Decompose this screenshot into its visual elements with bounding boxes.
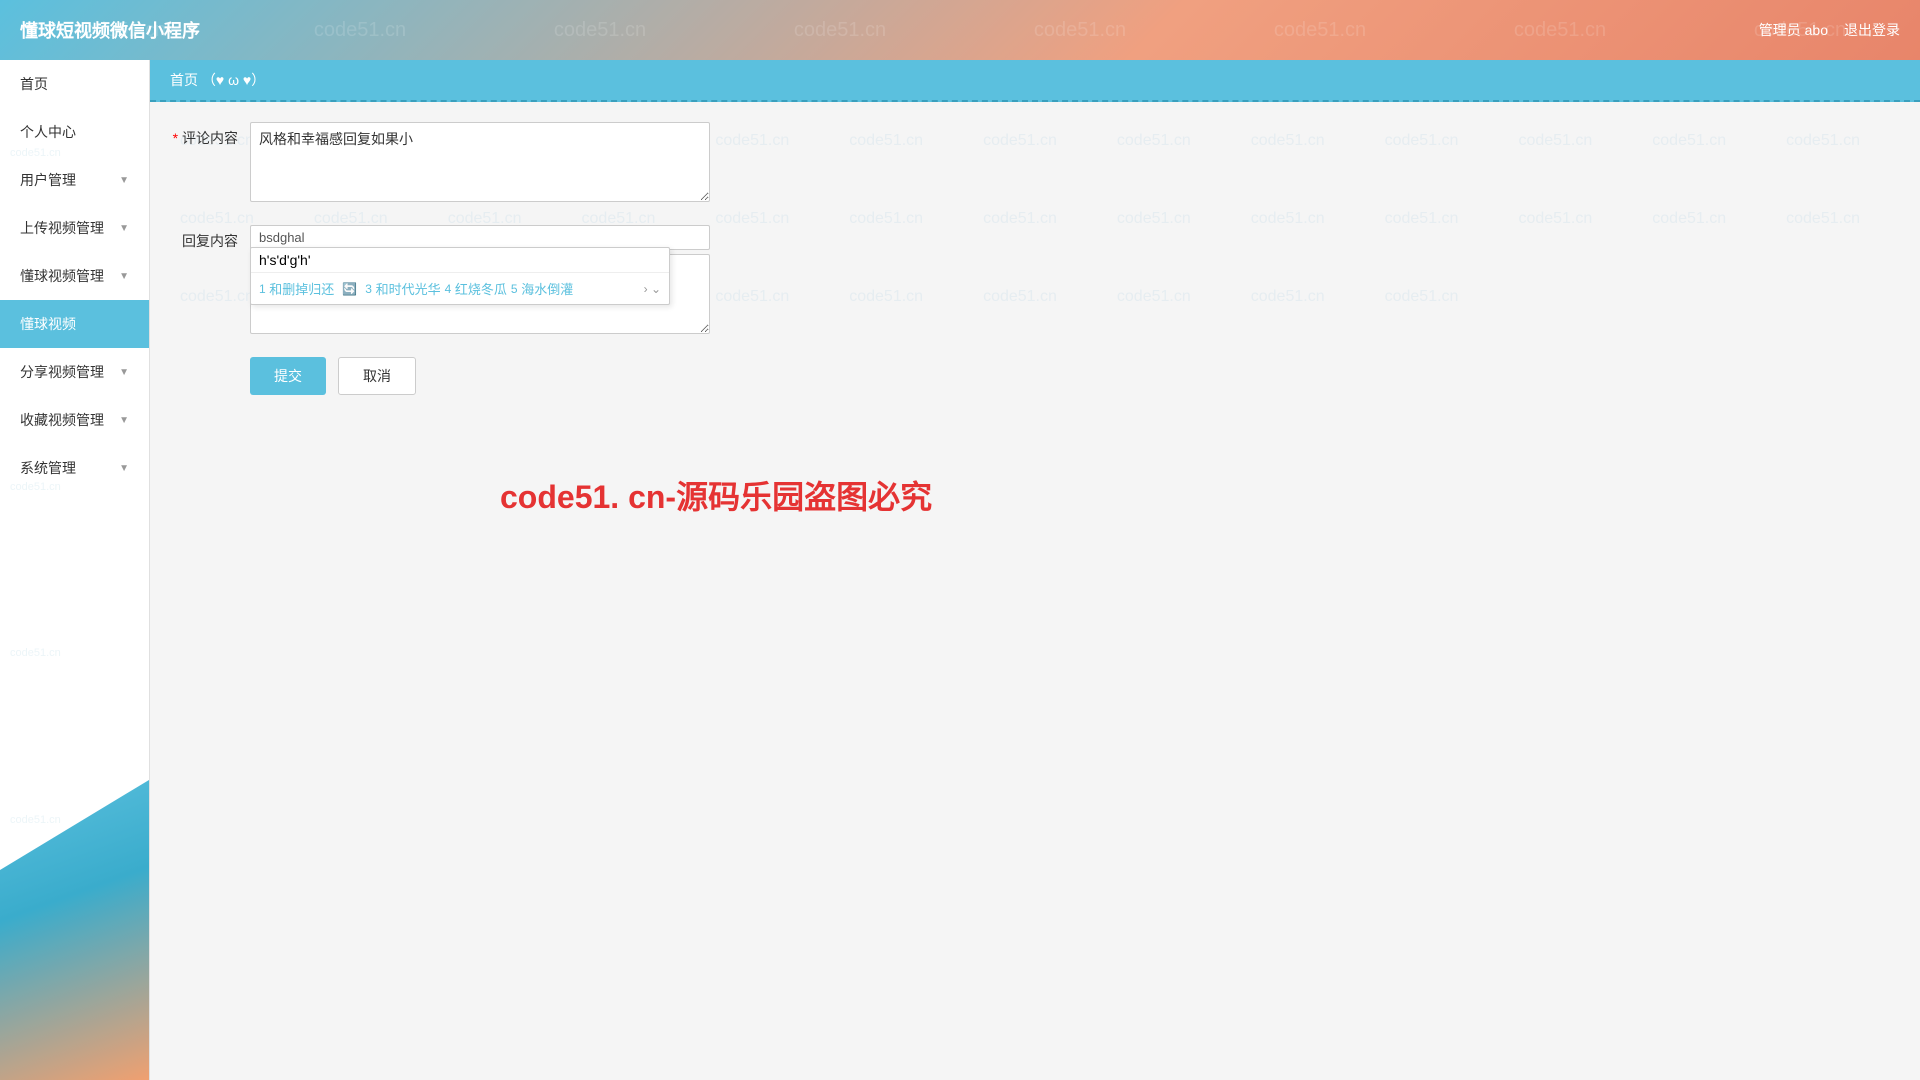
suggestion-icon: 🔄 <box>342 282 357 296</box>
sidebar-item-personal[interactable]: 个人中心 <box>0 108 149 156</box>
required-mark: * <box>173 130 178 146</box>
sidebar-item-user-mgmt[interactable]: 用户管理 ▼ <box>0 156 149 204</box>
admin-label: 管理员 abo <box>1759 20 1828 40</box>
autocomplete-input-row <box>251 248 669 273</box>
autocomplete-dropdown: 1 和删掉归还 🔄 3 和时代光华 4 红烧冬瓜 5 <box>250 247 670 305</box>
sidebar-item-dongqiu-video[interactable]: 懂球视频 <box>0 300 149 348</box>
breadcrumb-icons: （♥ ω ♥） <box>202 72 265 88</box>
breadcrumb-home[interactable]: 首页 <box>170 72 202 88</box>
sidebar: code51.cncode51.cncode51.cn code51.cncod… <box>0 60 150 1080</box>
layout: code51.cncode51.cncode51.cn code51.cncod… <box>0 60 1920 1080</box>
sidebar-decoration <box>0 780 149 1080</box>
sidebar-item-label: 分享视频管理 <box>20 362 104 382</box>
comment-label: * 评论内容 <box>170 122 250 148</box>
sidebar-item-label: 收藏视频管理 <box>20 410 104 430</box>
chevron-down-icon: ▼ <box>119 463 129 474</box>
suggestion-4[interactable]: 4 红烧冬瓜 <box>445 279 507 298</box>
main-content: 首页 （♥ ω ♥） code51.cncode51.cncode51.cn c… <box>150 60 1920 1080</box>
sidebar-item-share-video[interactable]: 分享视频管理 ▼ <box>0 348 149 396</box>
chevron-down-icon: ▼ <box>119 367 129 378</box>
breadcrumb-bar: 首页 （♥ ω ♥） <box>150 60 1920 102</box>
sidebar-item-label: 首页 <box>20 74 48 94</box>
header-watermark: code51.cncode51.cncode51.cn code51.cncod… <box>0 0 1920 60</box>
comment-row: * 评论内容 风格和幸福感回复如果小 <box>170 122 1900 205</box>
chevron-down-icon: ▼ <box>119 223 129 234</box>
sidebar-item-sys-mgmt[interactable]: 系统管理 ▼ <box>0 444 149 492</box>
content-area: code51.cncode51.cncode51.cn code51.cncod… <box>150 102 1920 415</box>
comment-input[interactable]: 风格和幸福感回复如果小 <box>250 122 710 202</box>
autocomplete-input[interactable] <box>259 252 661 268</box>
dropdown-toggle-icon[interactable]: › ⌄ <box>644 282 661 296</box>
sidebar-item-dongqiu-video-mgmt[interactable]: 懂球视频管理 ▼ <box>0 252 149 300</box>
sidebar-item-label: 系统管理 <box>20 458 76 478</box>
chevron-down-icon: ▼ <box>119 415 129 426</box>
button-row: 提交 取消 <box>250 357 1900 395</box>
chevron-down-icon: ▼ <box>119 271 129 282</box>
header-user-area: 管理员 abo 退出登录 <box>1759 20 1900 40</box>
cancel-button[interactable]: 取消 <box>338 357 416 395</box>
suggestion-1[interactable]: 1 和删掉归还 <box>259 279 334 298</box>
autocomplete-suggestions: 1 和删掉归还 🔄 3 和时代光华 4 红烧冬瓜 5 <box>251 273 669 304</box>
sidebar-item-home[interactable]: 首页 <box>0 60 149 108</box>
suggestion-3[interactable]: 3 和时代光华 <box>365 279 440 298</box>
app-title: 懂球短视频微信小程序 <box>20 17 200 43</box>
reply-row: 回复内容 bsdghal 1 和删掉归还 <box>170 225 1900 337</box>
sidebar-item-label: 上传视频管理 <box>20 218 104 238</box>
comment-control: 风格和幸福感回复如果小 <box>250 122 710 205</box>
submit-button[interactable]: 提交 <box>250 357 326 395</box>
promo-text: code51. cn-源码乐园盗图必究 <box>500 472 932 518</box>
suggestion-5[interactable]: 5 海水倒灌 <box>511 279 573 298</box>
sidebar-item-collect-video[interactable]: 收藏视频管理 ▼ <box>0 396 149 444</box>
chevron-down-icon: ▼ <box>119 175 129 186</box>
sidebar-item-label: 懂球视频 <box>20 314 76 334</box>
reply-container: bsdghal 1 和删掉归还 🔄 <box>250 225 710 337</box>
sidebar-item-label: 个人中心 <box>20 122 76 142</box>
logout-link[interactable]: 退出登录 <box>1844 20 1900 40</box>
header: code51.cncode51.cncode51.cn code51.cncod… <box>0 0 1920 60</box>
sidebar-item-upload-video[interactable]: 上传视频管理 ▼ <box>0 204 149 252</box>
sidebar-item-label: 用户管理 <box>20 170 76 190</box>
sidebar-item-label: 懂球视频管理 <box>20 266 104 286</box>
reply-control: bsdghal 1 和删掉归还 🔄 <box>250 225 710 337</box>
reply-label: 回复内容 <box>170 225 250 251</box>
